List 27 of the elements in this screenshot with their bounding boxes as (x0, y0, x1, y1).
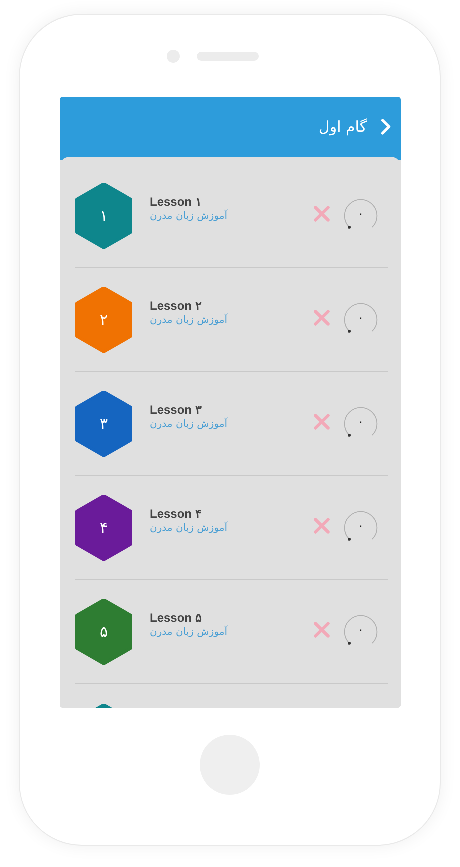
cross-icon (313, 205, 331, 223)
progress-value: ۰ (358, 415, 364, 428)
cross-icon (313, 309, 331, 327)
cross-icon (313, 413, 331, 431)
progress-value: ۰ (358, 311, 364, 324)
lesson-subtitle: آموزش زبان مدرن (150, 523, 229, 534)
lesson-subtitle: آموزش زبان مدرن (150, 627, 229, 638)
lesson-number: ۵ (100, 622, 108, 640)
lesson-title: Lesson ۲ (150, 299, 203, 313)
lesson-subtitle: آموزش زبان مدرن (150, 211, 229, 222)
lesson-title: Lesson ۵ (150, 611, 202, 625)
lesson-number: ۴ (100, 518, 108, 536)
lesson-number: ۲ (100, 310, 108, 328)
progress-value: ۰ (358, 623, 364, 636)
lesson-title: Lesson ۱ (150, 195, 202, 209)
lesson-subtitle: آموزش زبان مدرن (150, 315, 229, 326)
lesson-subtitle: آموزش زبان مدرن (150, 419, 229, 430)
progress-value: ۰ (358, 207, 364, 220)
progress-value: ۰ (358, 519, 364, 532)
back-icon[interactable] (381, 118, 392, 136)
lesson-number: ۱ (100, 206, 108, 224)
cross-icon (313, 621, 331, 639)
cross-icon (313, 517, 331, 535)
lesson-title: Lesson ۳ (150, 403, 203, 417)
page-title: گام اول (318, 118, 367, 136)
lesson-title: Lesson ۴ (150, 507, 202, 521)
lesson-number: ۳ (100, 414, 108, 432)
